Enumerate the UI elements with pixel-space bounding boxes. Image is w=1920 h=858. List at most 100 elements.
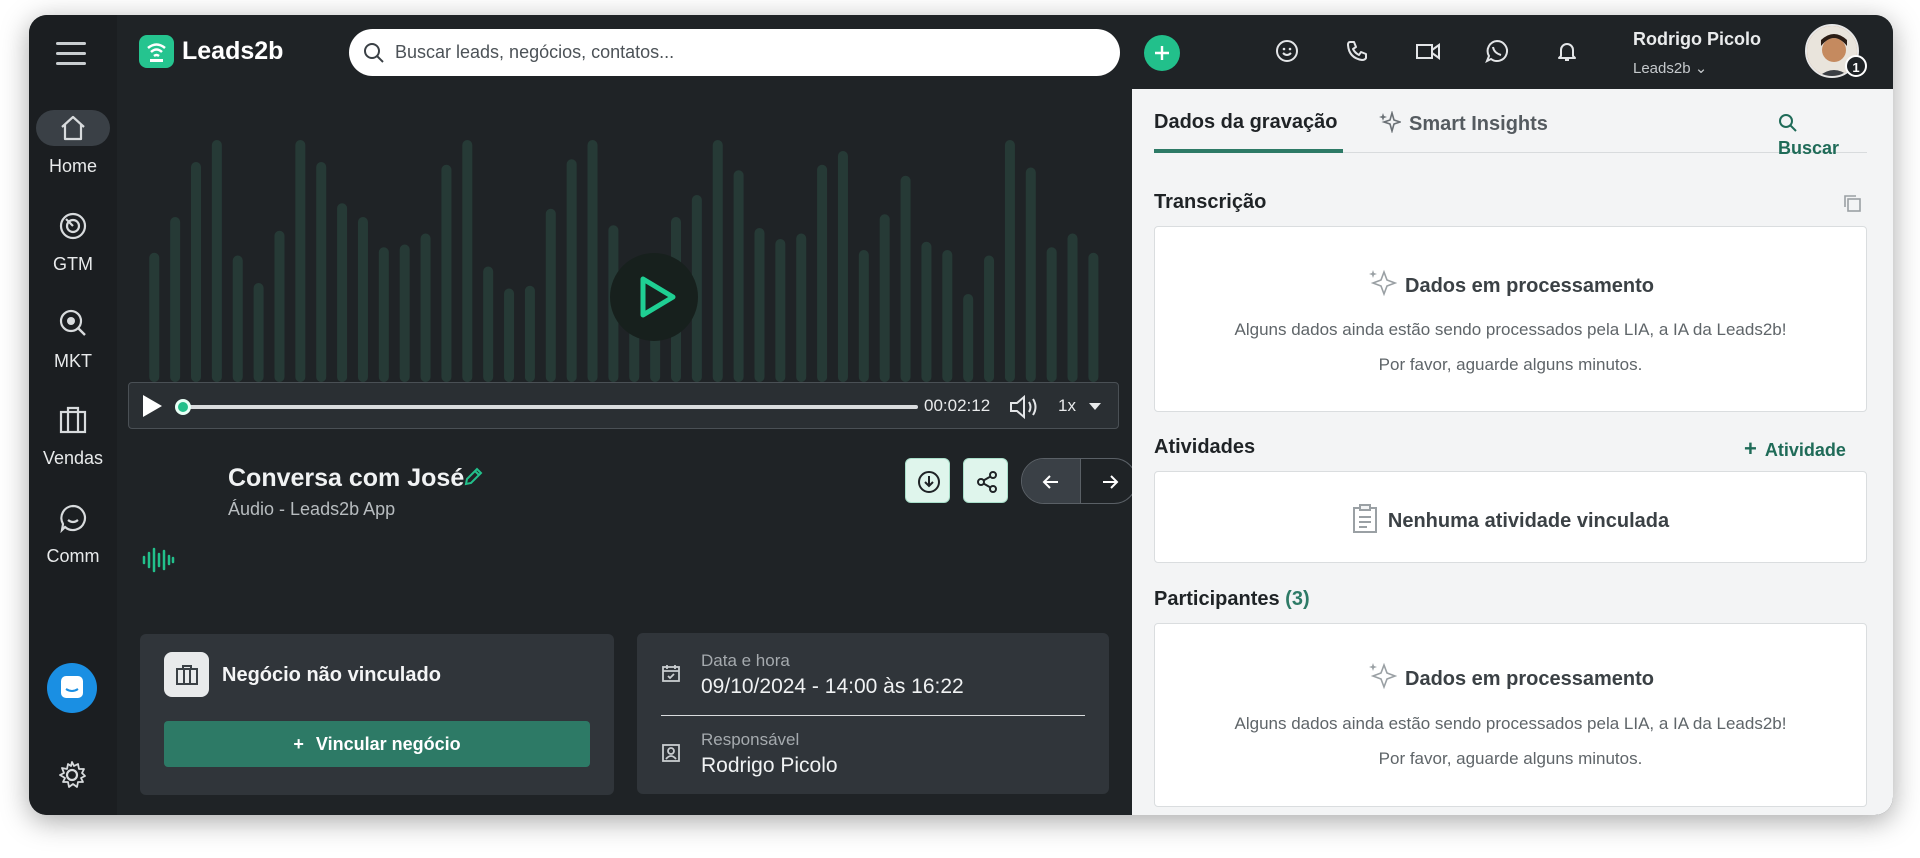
sidebar-item-comm[interactable]: Comm xyxy=(29,500,117,567)
waveform-bar xyxy=(1004,140,1015,382)
waveform-bar xyxy=(191,162,201,382)
waveform-bar xyxy=(211,140,222,382)
processing-label: Dados em processamento xyxy=(1405,275,1654,297)
add-activity-button[interactable]: + Atividade xyxy=(1744,436,1846,462)
deal-card: Negócio não vinculado + Vincular negócio xyxy=(140,634,614,795)
progress-bar[interactable] xyxy=(182,405,918,409)
waveform-bar xyxy=(712,140,723,382)
bell-icon[interactable] xyxy=(1555,39,1579,68)
processing-label: Dados em processamento xyxy=(1405,668,1654,690)
activities-card: Nenhuma atividade vinculada xyxy=(1154,471,1867,563)
waveform-bar xyxy=(232,255,243,382)
activities-empty: Nenhuma atividade vinculada xyxy=(1155,504,1866,540)
transcription-card: Dados em processamento Alguns dados aind… xyxy=(1154,226,1867,412)
player-controls: 00:02:12 1x xyxy=(128,382,1119,429)
waveform-bar xyxy=(462,140,473,382)
search-panel-button[interactable]: Buscar xyxy=(1778,113,1867,159)
share-icon xyxy=(977,471,997,493)
tab-recording-data[interactable]: Dados da gravação xyxy=(1154,111,1337,134)
sidebar-item-label: GTM xyxy=(53,254,93,274)
search-input[interactable] xyxy=(395,42,1075,63)
waveform-bar xyxy=(524,285,535,382)
processing-message: Alguns dados ainda estão sendo processad… xyxy=(1234,714,1787,733)
waveform-bar xyxy=(942,250,953,382)
add-button[interactable] xyxy=(1144,35,1180,71)
brand-name: Leads2b xyxy=(182,37,284,65)
plus-icon xyxy=(1155,46,1169,60)
waveform-bar xyxy=(984,255,995,382)
progress-handle[interactable] xyxy=(175,399,191,415)
copy-icon[interactable] xyxy=(1842,193,1862,218)
next-button[interactable] xyxy=(1080,459,1136,503)
download-button[interactable] xyxy=(905,458,950,503)
owner-value: Rodrigo Picolo xyxy=(701,754,838,777)
org-name: Leads2b xyxy=(1633,60,1691,77)
video-icon[interactable] xyxy=(1415,39,1441,68)
speed-select[interactable]: 1x xyxy=(1058,396,1101,416)
calendar-icon xyxy=(661,663,681,688)
arrow-right-icon xyxy=(1103,475,1119,489)
details-card: Data e hora 09/10/2024 - 14:00 às 16:22 … xyxy=(637,633,1109,794)
panel-tabs: Dados da gravação Smart Insights Buscar xyxy=(1154,89,1867,158)
recording-navigation xyxy=(1021,458,1137,504)
active-tab-indicator xyxy=(1154,149,1343,153)
magnifier-icon xyxy=(36,305,110,341)
notification-badge: 1 xyxy=(1845,55,1867,77)
participants-card: Dados em processamento Alguns dados aind… xyxy=(1154,623,1867,807)
processing-wait: Por favor, aguarde alguns minutos. xyxy=(1378,355,1643,374)
clipboard-icon xyxy=(1352,504,1378,540)
org-switcher[interactable]: Leads2b ⌄ xyxy=(1633,59,1707,77)
audio-waveform xyxy=(149,140,1099,382)
sidebar-item-vendas[interactable]: Vendas xyxy=(29,402,117,469)
caret-down-icon xyxy=(1088,403,1101,411)
sidebar-item-label: Vendas xyxy=(42,448,104,468)
waveform-bar xyxy=(274,230,285,382)
share-button[interactable] xyxy=(963,458,1008,503)
waveform-bar xyxy=(963,294,974,382)
waveform-bar xyxy=(420,233,431,382)
sidebar-item-gtm[interactable]: GTM xyxy=(29,208,117,275)
waveform-bar xyxy=(357,217,368,382)
top-bar: Leads2b Rodrigo Picolo Leads2b ⌄ xyxy=(117,15,1893,89)
menu-icon[interactable] xyxy=(56,42,86,68)
waveform-bar xyxy=(253,283,264,382)
whatsapp-icon[interactable] xyxy=(1485,39,1509,68)
big-play-button[interactable] xyxy=(610,253,698,341)
link-deal-button[interactable]: + Vincular negócio xyxy=(164,721,590,767)
brand-logo[interactable]: Leads2b xyxy=(139,35,283,68)
settings-gear-icon[interactable] xyxy=(57,760,87,795)
sidebar: Home GTM MKT Vendas Comm xyxy=(29,15,117,815)
sidebar-item-home[interactable]: Home xyxy=(29,110,117,177)
sidebar-item-label: Home xyxy=(48,156,97,176)
briefcase-icon xyxy=(36,402,110,438)
sidebar-item-mkt[interactable]: MKT xyxy=(29,305,117,372)
waveform-bar xyxy=(149,252,160,382)
sparkle-icon xyxy=(1379,110,1403,139)
emoji-icon[interactable] xyxy=(1275,39,1299,68)
pencil-icon[interactable] xyxy=(463,467,483,492)
participants-label: Participantes xyxy=(1154,588,1280,610)
waveform-bar xyxy=(483,266,494,382)
waveform-bar xyxy=(817,164,828,382)
waveform-bar xyxy=(775,239,786,382)
arrow-left-icon xyxy=(1042,475,1058,489)
global-search[interactable] xyxy=(349,29,1120,76)
play-icon[interactable] xyxy=(141,394,163,423)
help-chat-button[interactable] xyxy=(47,663,97,713)
waveform-bar xyxy=(1088,252,1099,382)
phone-icon[interactable] xyxy=(1345,39,1369,68)
target-icon xyxy=(36,208,110,244)
waveform-bar xyxy=(441,164,452,382)
audio-wave-icon xyxy=(141,545,175,580)
chevron-down-icon: ⌄ xyxy=(1694,60,1708,77)
previous-button[interactable] xyxy=(1022,459,1080,503)
waveform-bar xyxy=(900,175,911,382)
search-label: Buscar xyxy=(1778,138,1840,158)
recording-details-panel: Dados da gravação Smart Insights Buscar … xyxy=(1132,89,1893,815)
date-value: 09/10/2024 - 14:00 às 16:22 xyxy=(701,675,964,698)
waveform-bar xyxy=(1046,247,1057,382)
volume-icon[interactable] xyxy=(1009,394,1041,425)
activities-title: Atividades xyxy=(1154,436,1256,458)
play-icon xyxy=(640,276,676,318)
tab-smart-insights[interactable]: Smart Insights xyxy=(1379,110,1548,139)
